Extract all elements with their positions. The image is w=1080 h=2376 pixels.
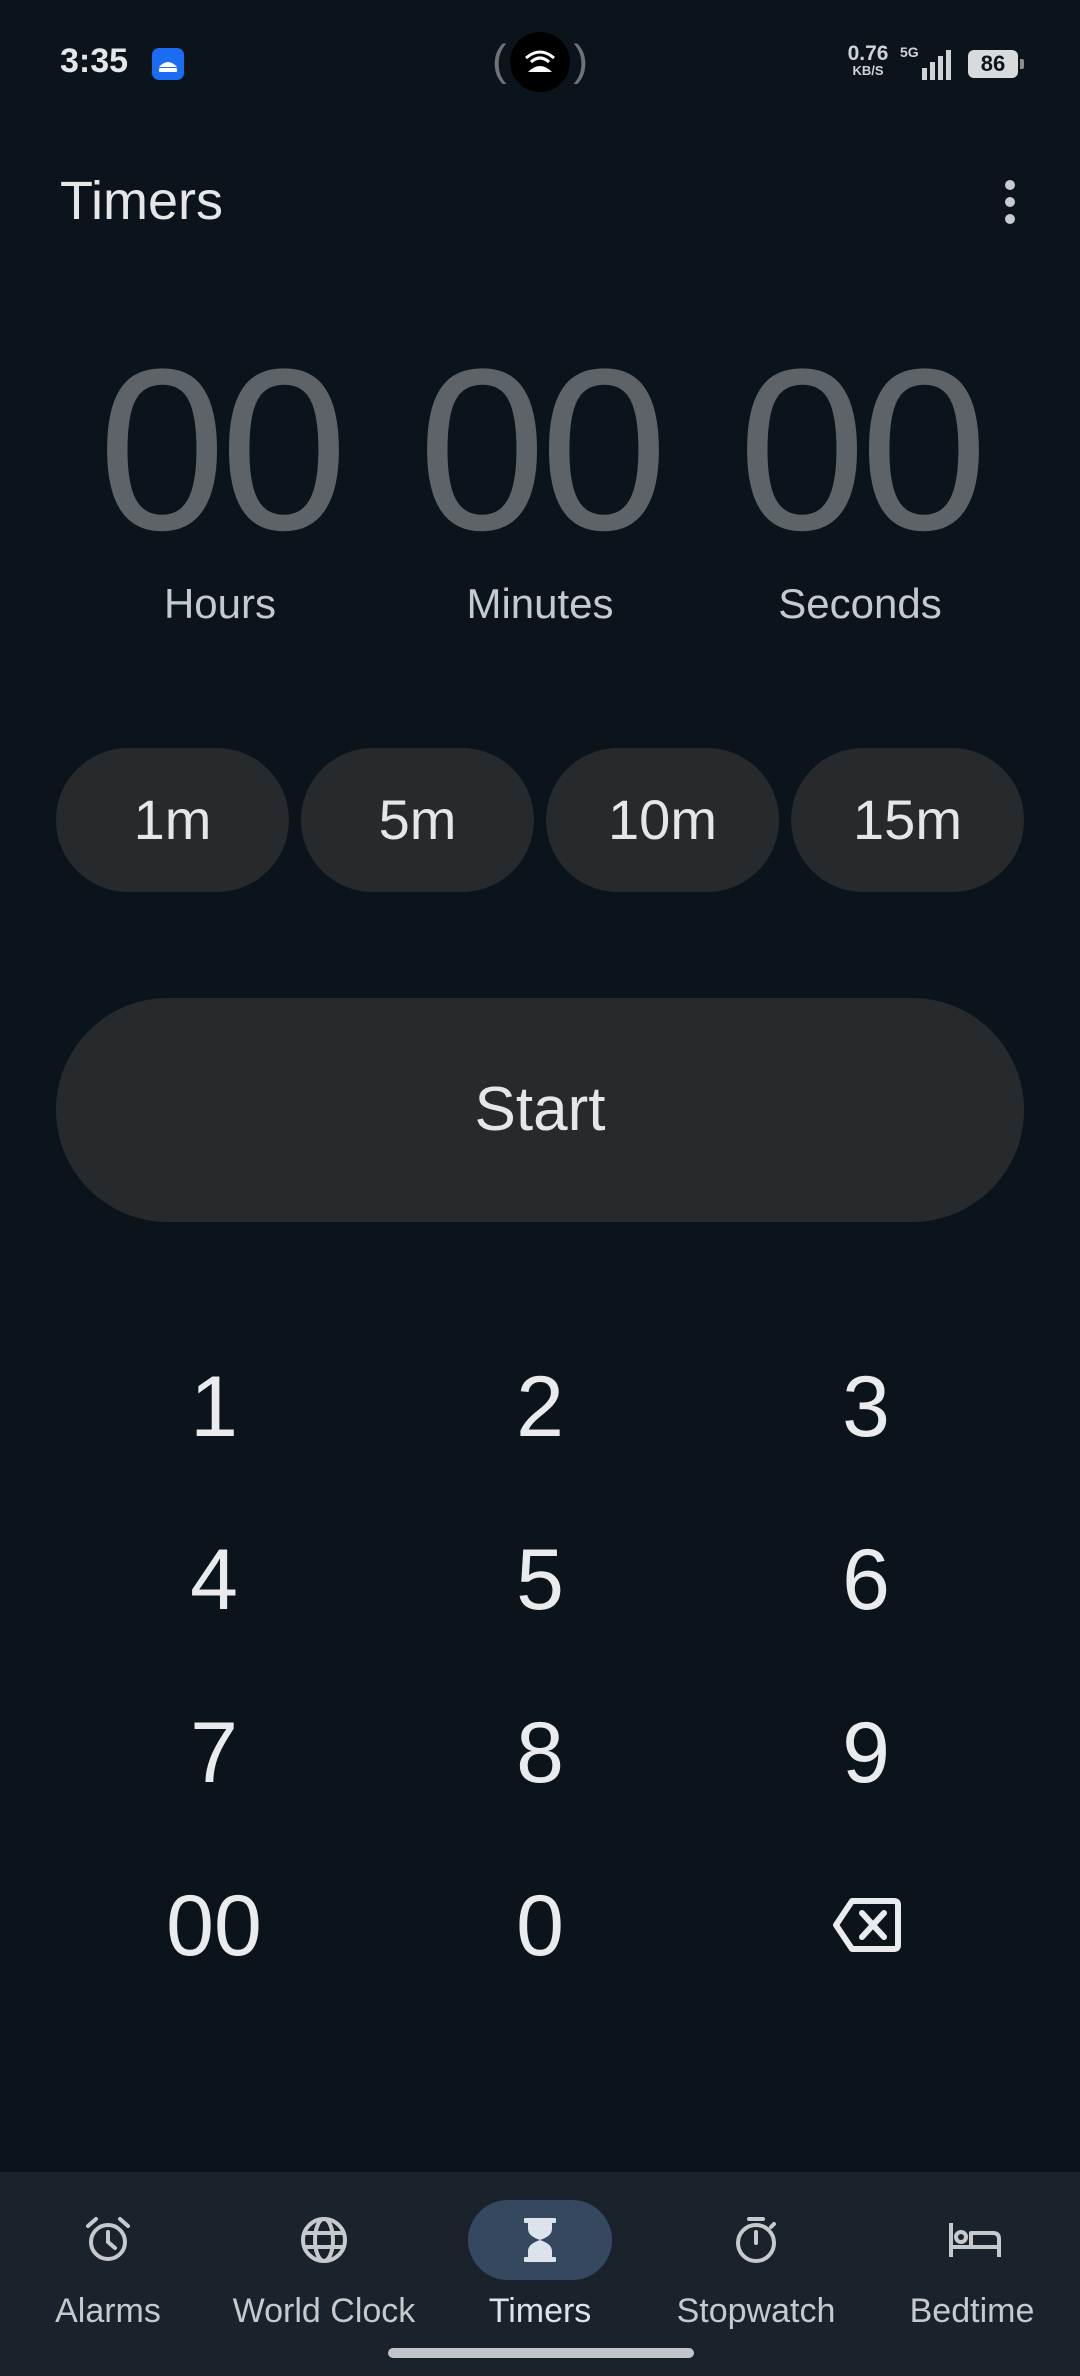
hotspot-icon bbox=[510, 32, 570, 92]
hours-value: 00 bbox=[98, 321, 348, 578]
hours-label: Hours bbox=[163, 580, 277, 627]
preset-1m-button[interactable]: 1m bbox=[56, 748, 289, 892]
more-options-button[interactable] bbox=[990, 170, 1030, 234]
hotspot-right-bracket: ) bbox=[573, 36, 588, 85]
backspace-button[interactable] bbox=[756, 1851, 976, 2001]
status-time: 3:35 bbox=[60, 42, 129, 80]
home-indicator[interactable] bbox=[388, 2348, 694, 2358]
nav-timers-label: Timers bbox=[488, 2292, 592, 2330]
nav-alarms[interactable]: Alarms bbox=[0, 2186, 216, 2346]
battery-level: 86 bbox=[968, 50, 1024, 78]
stopwatch-icon bbox=[736, 2217, 776, 2263]
backspace-icon bbox=[833, 1898, 901, 1952]
key-1[interactable]: 1 bbox=[104, 1332, 324, 1482]
key-0[interactable]: 0 bbox=[430, 1851, 650, 2001]
nav-timers[interactable]: Timers bbox=[432, 2186, 648, 2346]
bed-icon bbox=[949, 2223, 1001, 2257]
key-7[interactable]: 7 bbox=[104, 1678, 324, 1828]
alarm-clock-icon bbox=[86, 2217, 130, 2261]
minutes-value: 00 bbox=[418, 321, 668, 578]
bottom-navigation: Alarms World Clock Timers Stopwatch Bedt… bbox=[0, 2172, 1080, 2376]
network-speed-unit: KB/S bbox=[852, 63, 884, 78]
key-00[interactable]: 00 bbox=[104, 1851, 324, 2001]
key-5[interactable]: 5 bbox=[430, 1505, 650, 1655]
key-8[interactable]: 8 bbox=[430, 1678, 650, 1828]
hours-field[interactable]: 00 Hours bbox=[60, 330, 380, 628]
seconds-value: 00 bbox=[738, 321, 988, 578]
seconds-field[interactable]: 00 Seconds bbox=[700, 330, 1020, 628]
preset-10m-button[interactable]: 10m bbox=[546, 748, 779, 892]
signal-icon bbox=[920, 48, 956, 85]
network-speed-value: 0.76 bbox=[847, 42, 889, 65]
seconds-label: Seconds bbox=[778, 580, 942, 627]
nav-world-clock-label: World Clock bbox=[232, 2292, 416, 2330]
hotspot-left-bracket: ( bbox=[492, 36, 507, 85]
preset-15m-button[interactable]: 15m bbox=[791, 748, 1024, 892]
nav-world-clock[interactable]: World Clock bbox=[216, 2186, 432, 2346]
nav-bedtime[interactable]: Bedtime bbox=[864, 2186, 1080, 2346]
clock-app-screen: 3:35 ( ) 0.76 KB/S 5G 86 Timers 00 Hours… bbox=[0, 0, 1080, 2376]
network-speed: 0.76 KB/S bbox=[840, 42, 896, 78]
start-button[interactable]: Start bbox=[56, 998, 1024, 1222]
minutes-field[interactable]: 00 Minutes bbox=[380, 330, 700, 628]
hourglass-icon bbox=[524, 2218, 556, 2262]
key-3[interactable]: 3 bbox=[756, 1332, 976, 1482]
more-dot bbox=[1005, 180, 1015, 190]
network-type: 5G bbox=[900, 44, 919, 60]
nav-stopwatch-label: Stopwatch bbox=[676, 2292, 836, 2330]
nav-stopwatch[interactable]: Stopwatch bbox=[648, 2186, 864, 2346]
page-title: Timers bbox=[60, 171, 223, 231]
key-4[interactable]: 4 bbox=[104, 1505, 324, 1655]
key-6[interactable]: 6 bbox=[756, 1505, 976, 1655]
preset-5m-button[interactable]: 5m bbox=[301, 748, 534, 892]
globe-icon bbox=[301, 2217, 347, 2263]
hotspot-indicator: ( ) bbox=[490, 32, 590, 96]
notification-app-icon bbox=[152, 48, 184, 80]
status-bar: 3:35 ( ) 0.76 KB/S 5G 86 bbox=[0, 0, 1080, 128]
more-dot bbox=[1005, 197, 1015, 207]
nav-alarms-label: Alarms bbox=[55, 2292, 161, 2330]
nav-bedtime-label: Bedtime bbox=[909, 2292, 1035, 2330]
more-dot bbox=[1005, 214, 1015, 224]
timer-display: 00 Hours 00 Minutes 00 Seconds bbox=[60, 330, 1020, 650]
key-2[interactable]: 2 bbox=[430, 1332, 650, 1482]
nav-active-indicator bbox=[468, 2200, 612, 2280]
minutes-label: Minutes bbox=[466, 580, 614, 627]
key-9[interactable]: 9 bbox=[756, 1678, 976, 1828]
preset-chips: 1m 5m 10m 15m bbox=[56, 748, 1024, 892]
